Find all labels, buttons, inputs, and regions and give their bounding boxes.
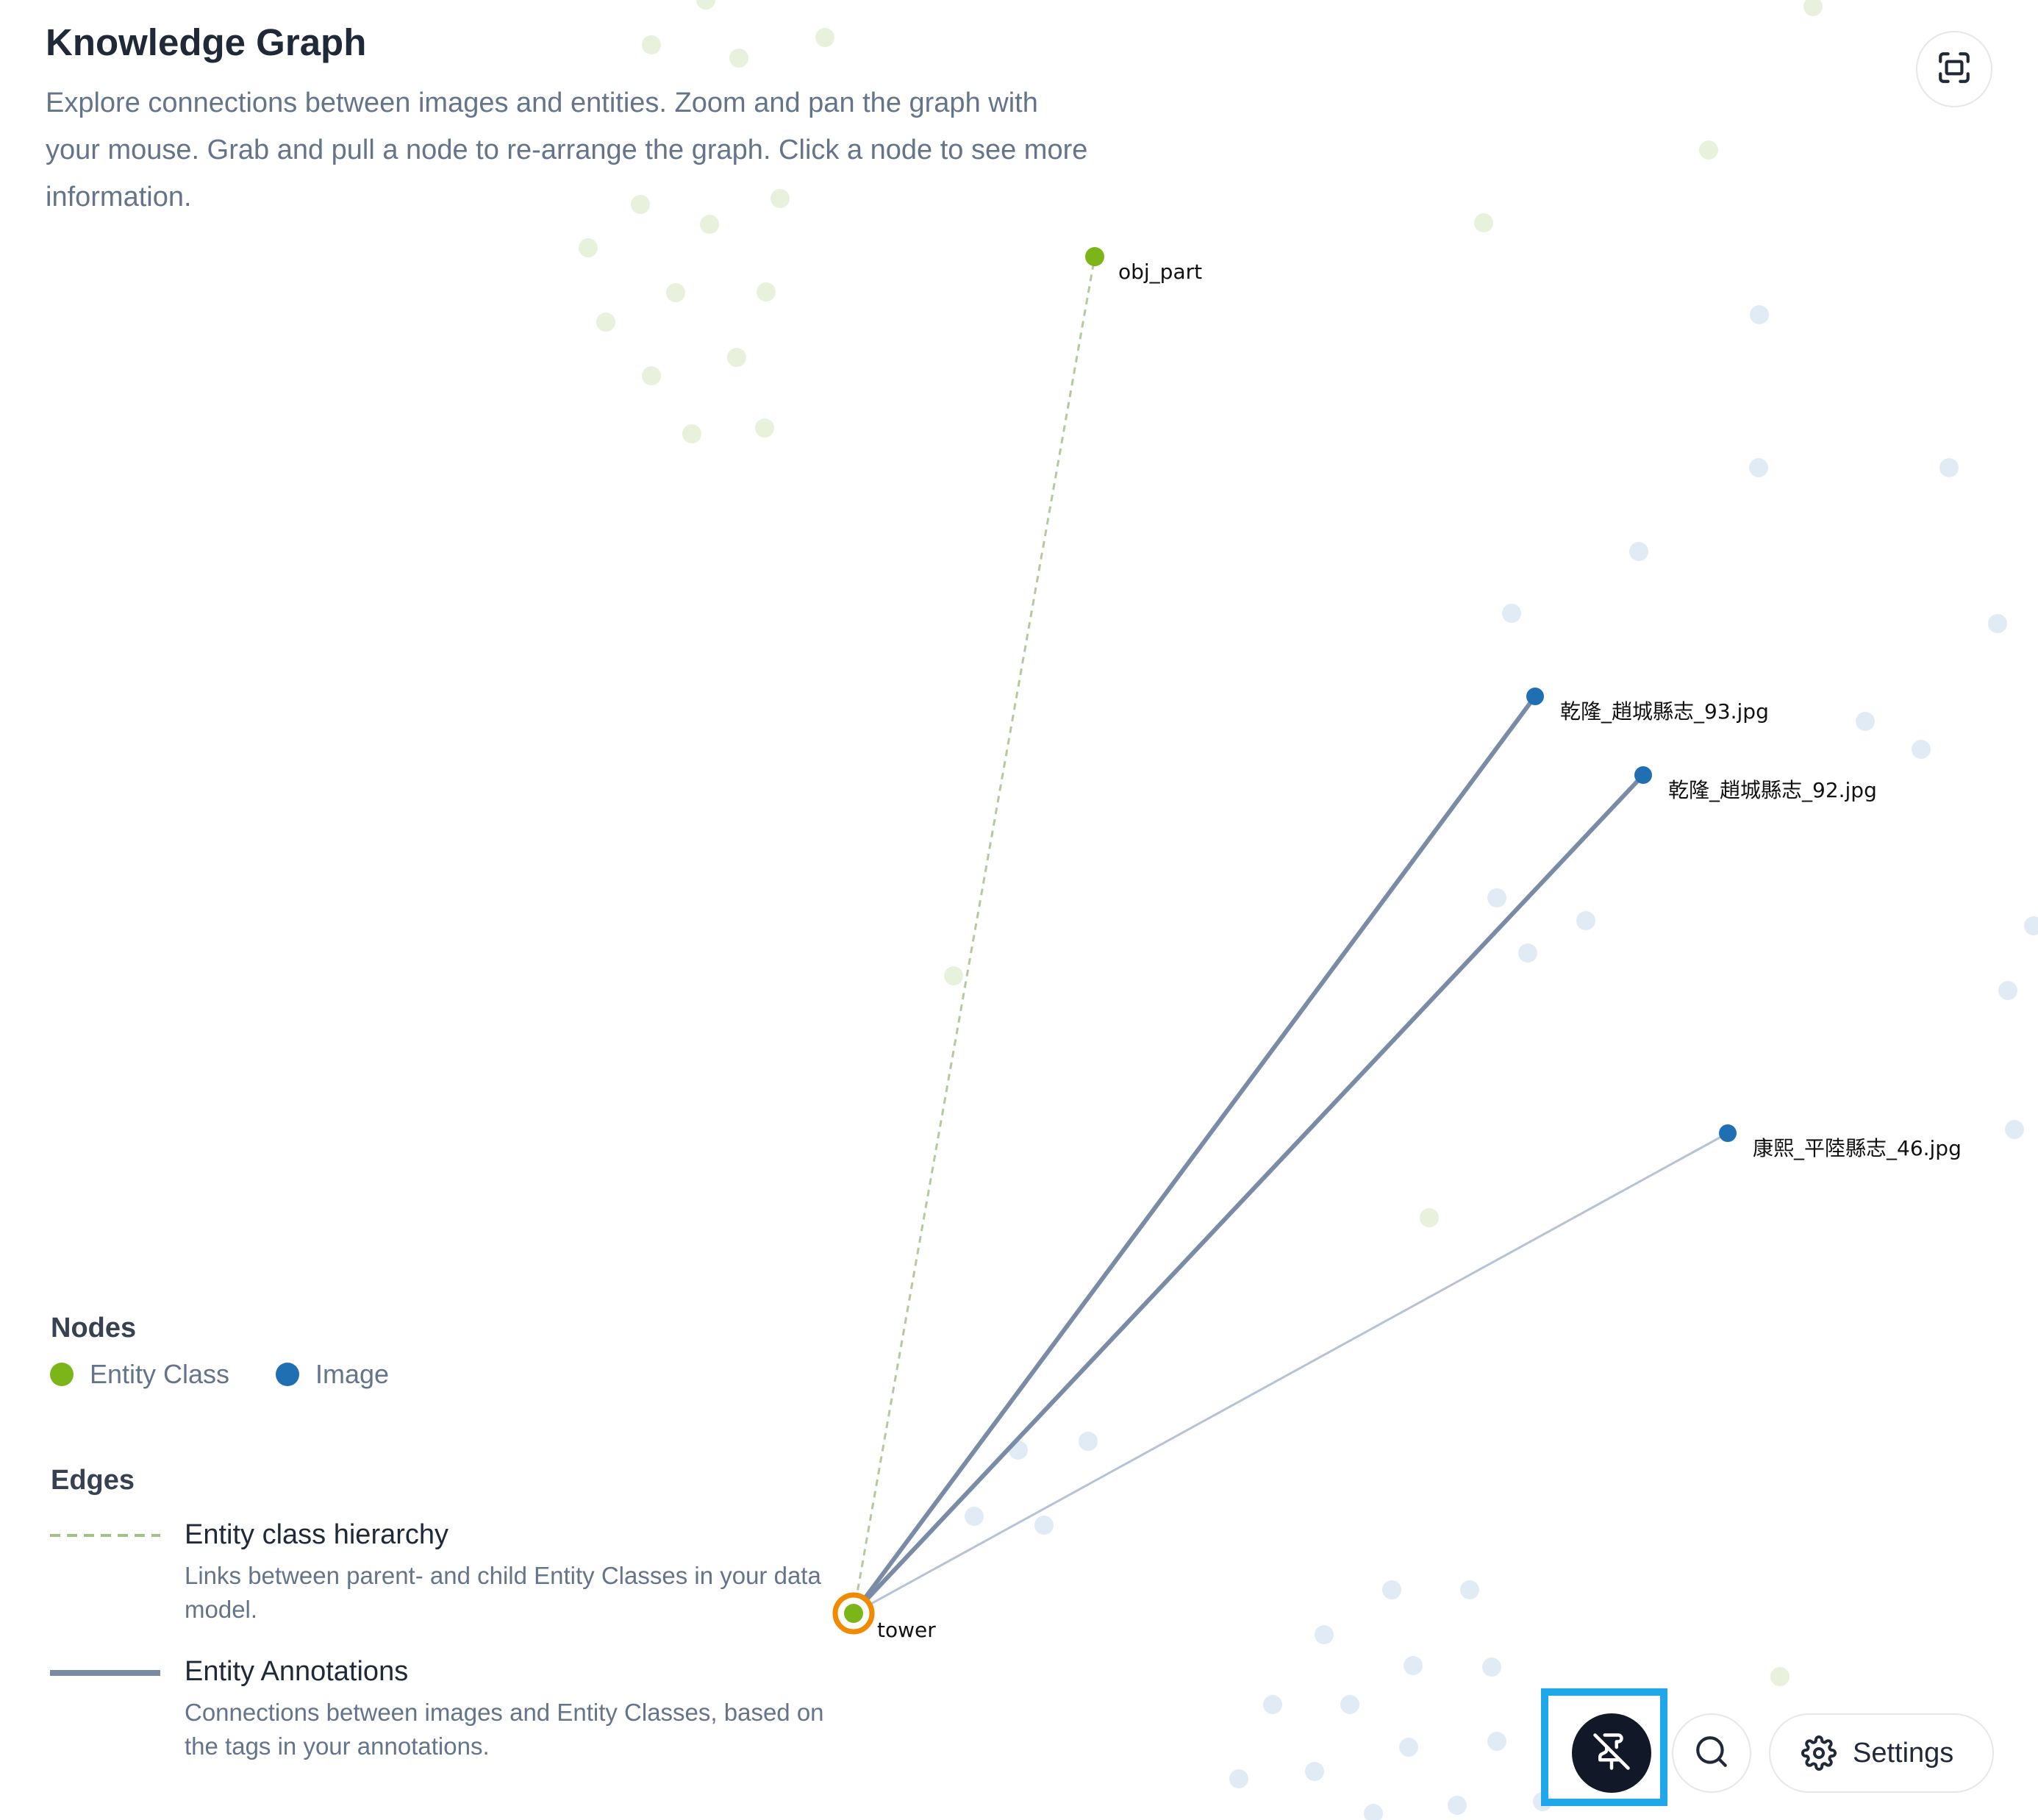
faded-image-node bbox=[1576, 911, 1595, 930]
faded-image-node bbox=[1749, 458, 1768, 477]
node-label: obj_part bbox=[1118, 260, 1202, 284]
hierarchy-edge bbox=[852, 256, 1096, 1614]
entity-class-dot-icon bbox=[50, 1363, 74, 1386]
settings-label: Settings bbox=[1853, 1737, 1954, 1769]
faded-entity-node bbox=[1770, 1667, 1789, 1686]
legend-edges-heading: Edges bbox=[51, 1465, 135, 1496]
graph-node-tower[interactable]: tower bbox=[832, 1592, 936, 1642]
faded-entity-node bbox=[1474, 213, 1493, 232]
image-node-dot[interactable] bbox=[1719, 1124, 1737, 1142]
page-title: Knowledge Graph bbox=[46, 21, 367, 63]
faded-image-node bbox=[1079, 1432, 1098, 1451]
faded-image-node bbox=[1487, 1732, 1506, 1751]
faded-image-node bbox=[1482, 1657, 1501, 1677]
faded-image-node bbox=[1399, 1738, 1418, 1757]
settings-button[interactable]: Settings bbox=[1769, 1713, 1994, 1793]
legend-edge-title: Entity Annotations bbox=[185, 1656, 409, 1687]
page-description: Explore connections between images and e… bbox=[46, 88, 1088, 213]
faded-image-node bbox=[1487, 888, 1506, 907]
faded-image-node bbox=[1856, 712, 1875, 731]
legend-node-label: Entity Class bbox=[90, 1359, 230, 1389]
background-nodes bbox=[579, 0, 2038, 1820]
faded-entity-node bbox=[642, 366, 661, 385]
faded-image-node bbox=[1364, 1804, 1383, 1820]
legend-edge-title: Entity class hierarchy bbox=[185, 1519, 449, 1550]
pin-off-icon bbox=[1592, 1732, 1631, 1775]
faded-image-node bbox=[1750, 305, 1769, 324]
faded-image-node bbox=[1998, 981, 2017, 1000]
graph-nodes[interactable]: obj_parttower 乾隆_趙城縣志_93.jpg 乾隆_趙城縣志_92.jp… bbox=[832, 247, 1962, 1642]
node-label: tower bbox=[877, 1618, 936, 1642]
node-label: 康熙_平陸縣志_46.jpg bbox=[1753, 1136, 1962, 1160]
faded-image-node bbox=[1263, 1695, 1282, 1714]
faded-image-node bbox=[965, 1507, 984, 1526]
faded-image-node bbox=[2024, 916, 2038, 935]
faded-image-node bbox=[1912, 740, 1931, 759]
faded-image-node bbox=[1340, 1695, 1359, 1714]
legend-node-entity-class: Entity Class bbox=[50, 1359, 229, 1390]
faded-image-node bbox=[1518, 943, 1537, 963]
faded-entity-node bbox=[596, 313, 615, 332]
legend-node-image: Image bbox=[276, 1359, 389, 1390]
search-icon bbox=[1693, 1733, 1730, 1774]
graph-node-img46[interactable]: 康熙_平陸縣志_46.jpg bbox=[1719, 1124, 1962, 1160]
faded-image-node bbox=[1315, 1625, 1334, 1644]
faded-entity-node bbox=[729, 49, 748, 68]
image-dot-icon bbox=[276, 1363, 299, 1386]
node-label: 乾隆_趙城縣志_92.jpg bbox=[1668, 778, 1877, 802]
legend-node-label: Image bbox=[315, 1359, 390, 1389]
annotation-edge bbox=[851, 773, 1645, 1616]
faded-image-node bbox=[1629, 542, 1648, 561]
annotation-edge bbox=[851, 695, 1537, 1615]
faded-entity-node bbox=[1803, 0, 1823, 16]
search-button[interactable] bbox=[1672, 1713, 1751, 1793]
faded-entity-node bbox=[1699, 140, 1718, 160]
image-node-dot[interactable] bbox=[1526, 688, 1544, 705]
faded-entity-node bbox=[579, 238, 598, 257]
faded-image-node bbox=[1502, 604, 1521, 623]
graph-node-img92[interactable]: 乾隆_趙城縣志_92.jpg bbox=[1634, 766, 1877, 802]
faded-image-node bbox=[1460, 1580, 1479, 1599]
faded-entity-node bbox=[642, 35, 661, 54]
faded-entity-node bbox=[944, 966, 963, 985]
annotation-edge bbox=[853, 1132, 1728, 1615]
legend-edge-description: Links between parent- and child Entity C… bbox=[185, 1562, 821, 1623]
pin-toggle-button[interactable] bbox=[1572, 1713, 1651, 1793]
faded-entity-node bbox=[696, 0, 715, 10]
faded-image-node bbox=[1305, 1762, 1324, 1781]
faded-entity-node bbox=[815, 28, 834, 47]
fit-view-button[interactable] bbox=[1916, 31, 1992, 107]
faded-image-node bbox=[1229, 1769, 1248, 1788]
gear-icon bbox=[1801, 1735, 1837, 1771]
faded-image-node bbox=[1988, 614, 2007, 633]
solid-line-icon bbox=[50, 1670, 160, 1676]
faded-image-node bbox=[1448, 1796, 1467, 1815]
dashed-line-icon bbox=[50, 1534, 160, 1537]
entity-class-node-dot[interactable] bbox=[1085, 247, 1104, 266]
faded-entity-node bbox=[755, 418, 774, 438]
faded-image-node bbox=[2005, 1120, 2024, 1139]
graph-edges bbox=[851, 256, 1728, 1616]
faded-image-node bbox=[1382, 1580, 1401, 1599]
graph-node-img93[interactable]: 乾隆_趙城縣志_93.jpg bbox=[1526, 688, 1769, 724]
image-node-dot[interactable] bbox=[1634, 766, 1652, 784]
faded-entity-node bbox=[666, 283, 685, 302]
graph-node-obj-part[interactable]: obj_part bbox=[1085, 247, 1202, 284]
faded-entity-node bbox=[682, 424, 701, 443]
faded-image-node bbox=[1034, 1516, 1054, 1535]
faded-image-node bbox=[1939, 458, 1959, 477]
fit-screen-icon bbox=[1936, 49, 1973, 90]
faded-entity-node bbox=[727, 348, 746, 367]
faded-image-node bbox=[1404, 1656, 1423, 1675]
legend-nodes-heading: Nodes bbox=[51, 1313, 137, 1343]
faded-entity-node bbox=[1420, 1208, 1439, 1227]
faded-entity-node bbox=[757, 282, 776, 301]
knowledge-graph-canvas[interactable]: obj_parttower 乾隆_趙城縣志_93.jpg 乾隆_趙城縣志_92.jp… bbox=[0, 0, 2038, 1820]
node-label: 乾隆_趙城縣志_93.jpg bbox=[1560, 699, 1769, 724]
legend-edge-description: Connections between images and Entity Cl… bbox=[185, 1699, 824, 1760]
entity-class-node-dot[interactable] bbox=[844, 1604, 863, 1623]
